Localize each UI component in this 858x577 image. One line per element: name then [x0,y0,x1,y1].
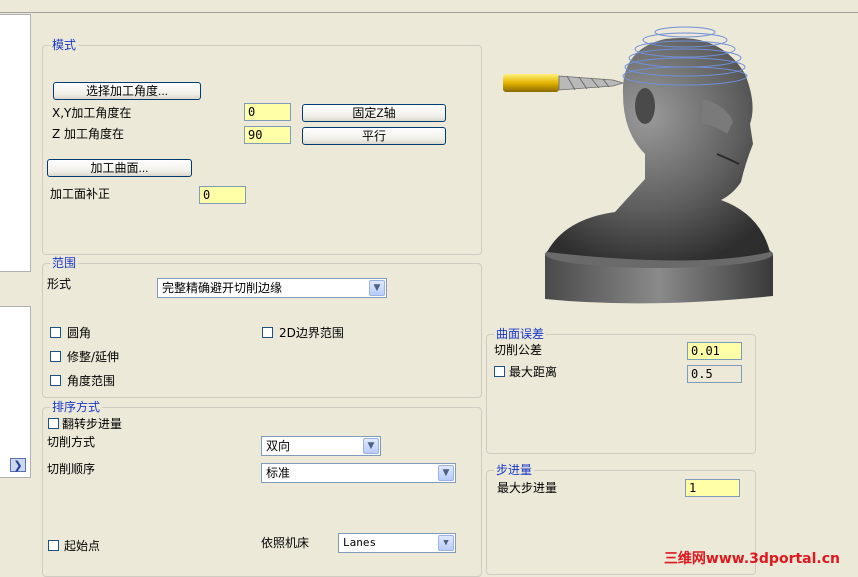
cutting-tool [503,74,625,92]
expand-button[interactable]: ❯ [10,458,26,472]
cut-method-select[interactable]: 双向 ▼ [261,436,381,456]
max-distance-checkbox[interactable] [494,366,505,377]
range-group-title: 范围 [50,256,79,270]
select-angle-button[interactable]: 选择加工角度... [53,82,201,100]
max-stepover-field[interactable]: 1 [685,479,740,497]
chevron-down-icon[interactable]: ▼ [369,280,385,296]
xy-angle-label: X,Y加工角度在 [52,106,132,120]
z-angle-field[interactable]: 90 [244,126,291,144]
mode-group: 模式 [42,38,482,255]
top-divider [0,12,858,13]
machine-label: 依照机床 [261,536,310,550]
max-stepover-label: 最大步进量 [497,481,558,495]
chevron-right-icon: ❯ [13,459,23,472]
max-distance-label: 最大距离 [509,365,558,379]
surface-offset-field[interactable]: 0 [199,186,246,204]
surface-error-title: 曲面误差 [494,327,547,341]
chevron-down-icon[interactable]: ▼ [438,465,454,481]
cut-order-select[interactable]: 标准 ▼ [261,463,456,483]
chevron-down-icon[interactable]: ▼ [438,535,454,551]
stepover-title: 步进量 [494,463,535,477]
chevron-down-icon[interactable]: ▼ [363,438,379,454]
order-group-title: 排序方式 [50,400,103,414]
max-distance-field[interactable]: 0.5 [687,365,742,383]
machine-value: Lanes [343,536,377,549]
boundary-2d-checkbox[interactable] [262,327,273,338]
cut-order-value: 标准 [266,466,291,480]
machining-surface-button[interactable]: 加工曲面... [47,159,192,177]
left-panel-upper [0,14,31,272]
cut-method-value: 双向 [266,439,291,453]
z-angle-label: Z 加工角度在 [52,127,125,141]
xy-angle-field[interactable]: 0 [244,103,291,121]
mode-group-title: 模式 [50,38,79,52]
tolerance-field[interactable]: 0.01 [687,342,742,360]
reverse-step-checkbox[interactable] [48,418,59,429]
preview-3d-image [503,26,773,304]
fillet-checkbox[interactable] [50,327,61,338]
left-panel-lower [0,306,31,478]
trim-extend-label: 修整/延伸 [67,350,120,364]
trim-extend-checkbox[interactable] [50,351,61,362]
reverse-step-label: 翻转步进量 [62,417,123,431]
parallel-button[interactable]: 平行 [302,127,446,145]
form-select-value: 完整精确避开切削边缘 [162,281,283,295]
angle-range-label: 角度范围 [67,374,116,388]
start-point-label: 起始点 [64,539,101,553]
form-select[interactable]: 完整精确避开切削边缘 ▼ [157,278,387,298]
machine-select[interactable]: Lanes ▼ [338,533,456,553]
cut-order-label: 切削顺序 [47,462,96,476]
angle-range-checkbox[interactable] [50,375,61,386]
watermark-text: 三维网www.3dportal.cn [663,551,840,567]
form-label: 形式 [47,277,72,291]
surface-offset-label: 加工面补正 [50,187,111,201]
start-point-checkbox[interactable] [48,540,59,551]
fillet-label: 圆角 [67,326,92,340]
cut-method-label: 切削方式 [47,435,96,449]
boundary-2d-label: 2D边界范围 [279,326,344,340]
fix-z-axis-button[interactable]: 固定Z轴 [302,104,446,122]
tolerance-label: 切削公差 [494,343,543,357]
